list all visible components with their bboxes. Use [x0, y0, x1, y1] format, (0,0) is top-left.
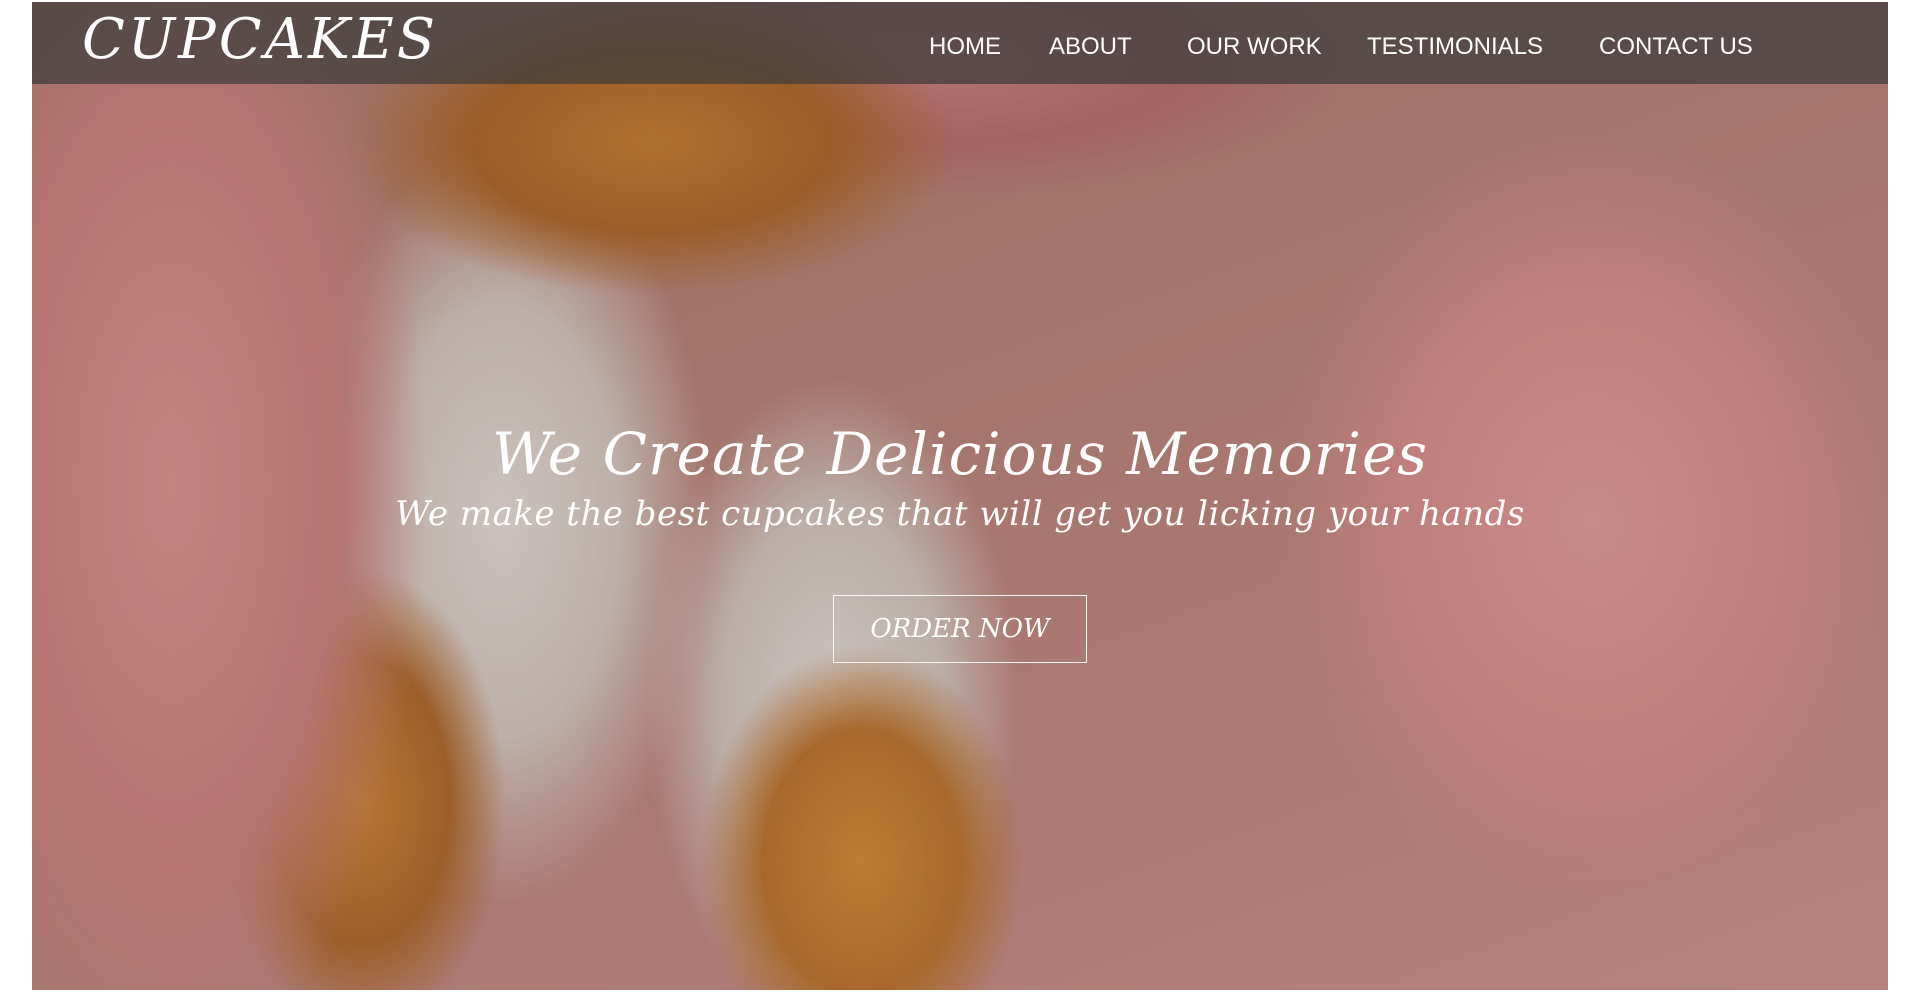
hero-subheadline: We make the best cupcakes that will get … — [395, 494, 1525, 534]
main-nav: HOME ABOUT OUR WORK TESTIMONIALS CONTACT… — [32, 2, 1888, 84]
hero-section: CUPCAKES HOME ABOUT OUR WORK TESTIMONIAL… — [32, 2, 1888, 990]
nav-our-work-link[interactable]: OUR WORK — [1187, 35, 1322, 59]
top-navbar: CUPCAKES HOME ABOUT OUR WORK TESTIMONIAL… — [32, 2, 1888, 84]
nav-contact-us-link[interactable]: CONTACT US — [1599, 35, 1753, 59]
hero-headline: We Create Delicious Memories — [491, 420, 1429, 488]
nav-testimonials-link[interactable]: TESTIMONIALS — [1367, 35, 1543, 59]
order-now-button[interactable]: ORDER NOW — [833, 595, 1087, 663]
nav-about-link[interactable]: ABOUT — [1049, 35, 1132, 59]
nav-home-link[interactable]: HOME — [929, 35, 1001, 59]
